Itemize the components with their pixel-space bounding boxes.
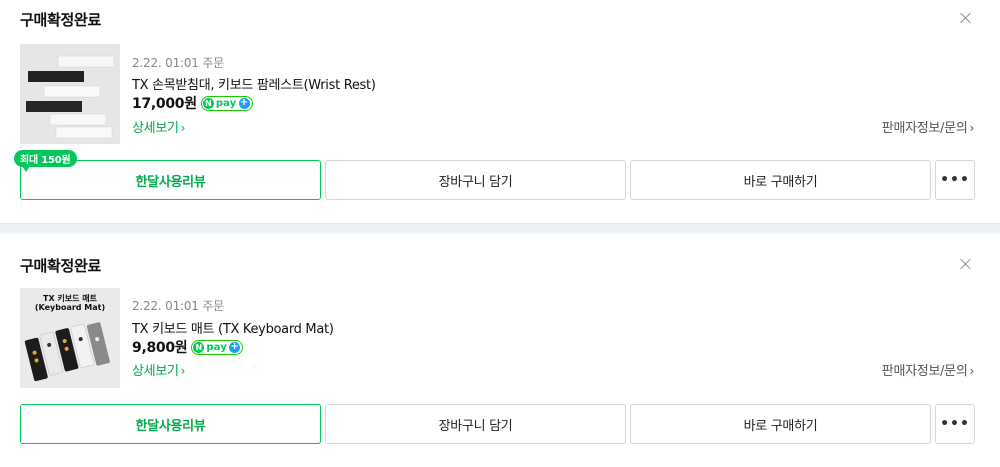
close-icon[interactable] [960,258,972,270]
product-thumbnail[interactable] [20,44,120,144]
chevron-right-icon: › [180,364,186,378]
order-date: 2.22. 01:01 주문 [132,56,225,70]
chevron-right-icon: › [969,121,975,135]
order-status-title: 구매확정완료 [20,257,102,275]
npay-plus-icon: + [238,97,250,109]
chevron-right-icon: › [969,364,975,378]
thumbnail-title-line: TX 키보드 매트 [43,294,97,303]
add-to-cart-button[interactable]: 장바구니 담기 [325,160,626,200]
product-thumbnail[interactable]: TX 키보드 매트 (Keyboard Mat) [20,288,120,388]
detail-link[interactable]: 상세보기 › [132,360,185,379]
detail-link-label: 상세보기 [132,364,179,379]
section-divider [0,223,1000,233]
npay-n-icon: N [202,97,214,109]
product-price: 17,000원 [132,96,197,112]
add-to-cart-button[interactable]: 장바구니 담기 [325,404,626,444]
product-name[interactable]: TX 키보드 매트 (TX Keyboard Mat) [132,318,334,337]
seller-info-label: 판매자정보/문의 [881,364,968,379]
buy-now-button[interactable]: 바로 구매하기 [630,404,931,444]
npay-badge: N pay + [191,339,244,355]
thumbnail-title: TX 키보드 매트 (Keyboard Mat) [20,294,120,312]
npay-label: pay [215,97,237,109]
detail-link[interactable]: 상세보기 › [132,117,185,136]
npay-badge: N pay + [200,95,253,111]
review-button[interactable]: 한달사용리뷰 [20,404,321,444]
more-options-button[interactable]: ••• [935,404,975,444]
npay-label: pay [206,341,228,353]
order-card: 구매확정완료 TX 키보드 매트 (Keyboard Mat) 2.22. 01… [0,233,1000,467]
seller-info-link[interactable]: 판매자정보/문의 › [882,117,974,136]
thumbnail-title-line: (Keyboard Mat) [34,303,106,312]
review-reward-badge: 최대 150원 [14,150,77,172]
seller-info-label: 판매자정보/문의 [881,121,968,136]
wrist-rest-product-image [20,44,120,144]
product-name[interactable]: TX 손목받침대, 키보드 팜레스트(Wrist Rest) [132,74,376,93]
more-options-button[interactable]: ••• [935,160,975,200]
price-row: 17,000원 N pay + [132,93,253,113]
order-status-title: 구매확정완료 [20,11,102,29]
npay-plus-icon: + [229,341,241,353]
order-card: 구매확정완료 2.22. 01:01 주문 TX 손목받침대, 키보드 팜레스트… [0,0,1000,223]
close-icon[interactable] [960,12,972,24]
product-price: 9,800원 [132,340,188,356]
detail-link-label: 상세보기 [132,121,179,136]
order-date: 2.22. 01:01 주문 [132,299,225,313]
seller-info-link[interactable]: 판매자정보/문의 › [882,360,974,379]
chevron-right-icon: › [180,121,186,135]
npay-n-icon: N [193,341,205,353]
price-row: 9,800원 N pay + [132,337,244,357]
buy-now-button[interactable]: 바로 구매하기 [630,160,931,200]
